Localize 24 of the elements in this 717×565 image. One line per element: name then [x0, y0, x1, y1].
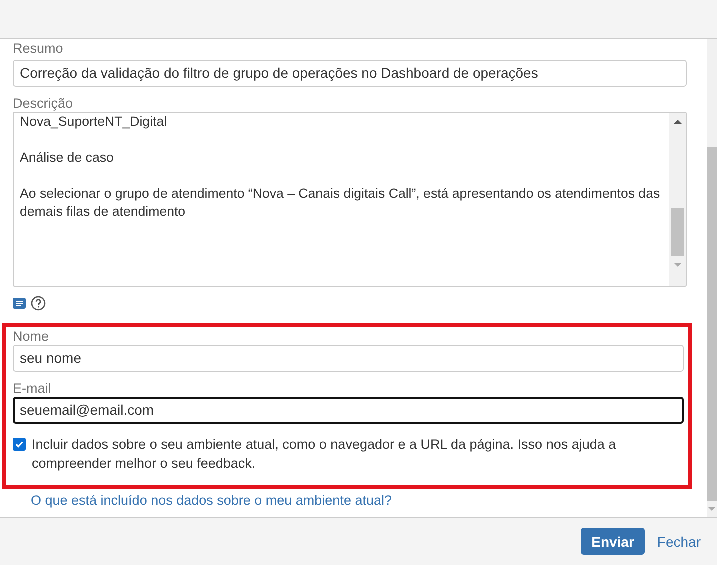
- description-field[interactable]: Nova_SuporteNT_Digital Análise de caso Ao selecionar o grupo de atendimento “Nova – Canais digitais Call”, está apresentando os atendimentos das demais filas de atendimento: [13, 112, 687, 287]
- name-field[interactable]: seu nome: [13, 345, 684, 372]
- help-icon[interactable]: [31, 296, 46, 310]
- checkbox[interactable]: [13, 438, 26, 451]
- field-label: Nome: [13, 328, 50, 345]
- scroll-down-icon[interactable]: [708, 506, 716, 512]
- description-text: Ao selecionar o grupo de atendimento “Nova – Canais digitais Call”, está apresentando os atendimentos das demais filas de atendimento: [20, 185, 662, 221]
- field-label: E-mail: [13, 380, 52, 397]
- submit-button[interactable]: Enviar: [580, 528, 646, 555]
- description-text: Análise de caso: [20, 149, 115, 167]
- scroll-up-icon[interactable]: [674, 119, 682, 125]
- scroll-down-icon[interactable]: [674, 262, 682, 268]
- text-format-icon[interactable]: [13, 298, 26, 308]
- checkbox-label: Incluir dados sobre o seu ambiente atual, como o navegador e a URL da página. Isso nos ajuda a compreender melhor o seu feedback.: [32, 436, 618, 473]
- field-label: Resumo: [13, 40, 64, 57]
- scrollbar[interactable]: [707, 39, 717, 517]
- description-text: Nova_SuporteNT_Digital: [20, 113, 168, 131]
- close-link[interactable]: Fechar: [657, 534, 701, 550]
- environment-info-link[interactable]: O que está incluído nos dados sobre o meu ambiente atual?: [31, 493, 392, 508]
- field-label: Descrição: [13, 95, 74, 112]
- email-field[interactable]: seuemail@email.com: [13, 397, 684, 424]
- summary-field[interactable]: Correção da validação do filtro de grupo de operações no Dashboard de operações: [13, 60, 687, 87]
- scrollbar[interactable]: [669, 113, 686, 286]
- scroll-thumb[interactable]: [671, 208, 684, 256]
